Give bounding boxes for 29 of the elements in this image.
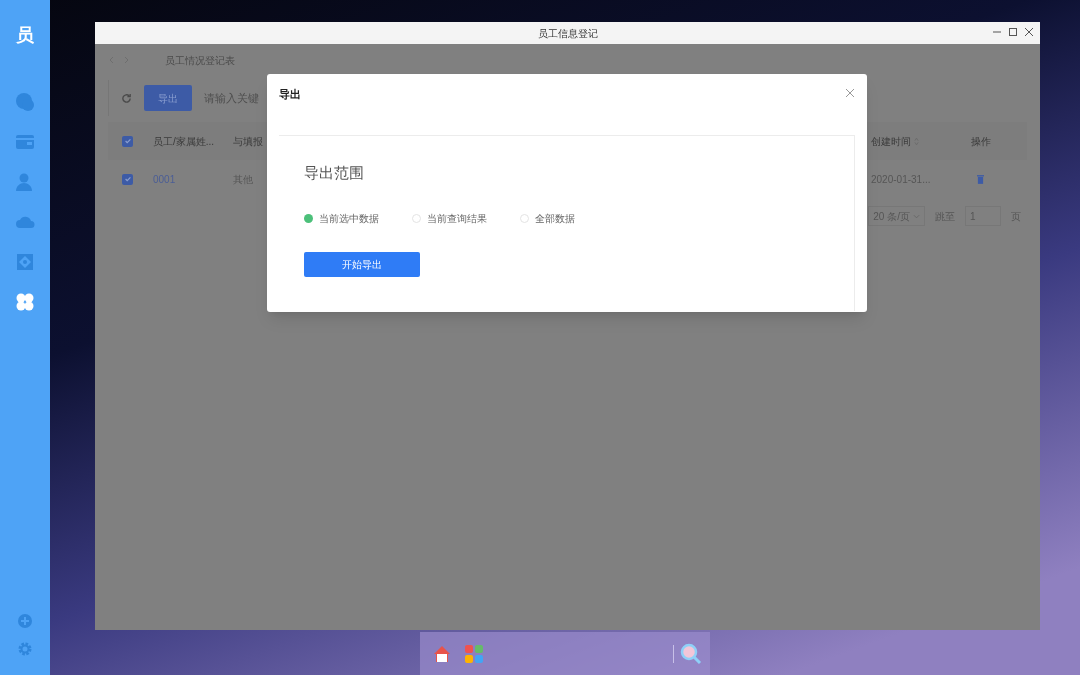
wallet-icon[interactable] [15,132,35,152]
dialog-title: 导出 [279,87,301,102]
app-logo: 员 [16,26,34,44]
close-icon[interactable] [1024,27,1034,37]
export-button[interactable]: 导出 [144,85,192,111]
person-icon[interactable] [15,172,35,192]
radio-option[interactable]: 当前查询结果 [412,210,520,226]
radio-option[interactable]: 当前选中数据 [304,210,412,226]
add-icon[interactable] [17,613,33,629]
settings-icon[interactable] [17,641,33,657]
checkbox[interactable] [122,135,133,147]
close-icon[interactable] [845,88,855,98]
search-icon[interactable] [680,642,702,665]
checkmark-icon [123,175,132,183]
column-header: 操作 [971,134,991,149]
radio-option[interactable]: 全部数据 [520,210,628,226]
checkbox[interactable] [122,173,133,185]
chat-icon[interactable] [15,92,35,112]
checkmark-icon [123,137,132,145]
home-icon[interactable] [432,643,452,664]
apps-icon[interactable] [15,292,35,312]
apps-icon[interactable] [464,643,484,664]
refresh-icon[interactable] [121,92,132,104]
window-title: 员工信息登记 [537,26,598,41]
delete-icon[interactable] [977,174,984,184]
start-export-button[interactable]: 开始导出 [304,251,420,277]
grid-icon[interactable] [15,252,35,272]
maximize-icon[interactable] [1008,27,1018,37]
section-title: 导出范围 [304,163,365,183]
